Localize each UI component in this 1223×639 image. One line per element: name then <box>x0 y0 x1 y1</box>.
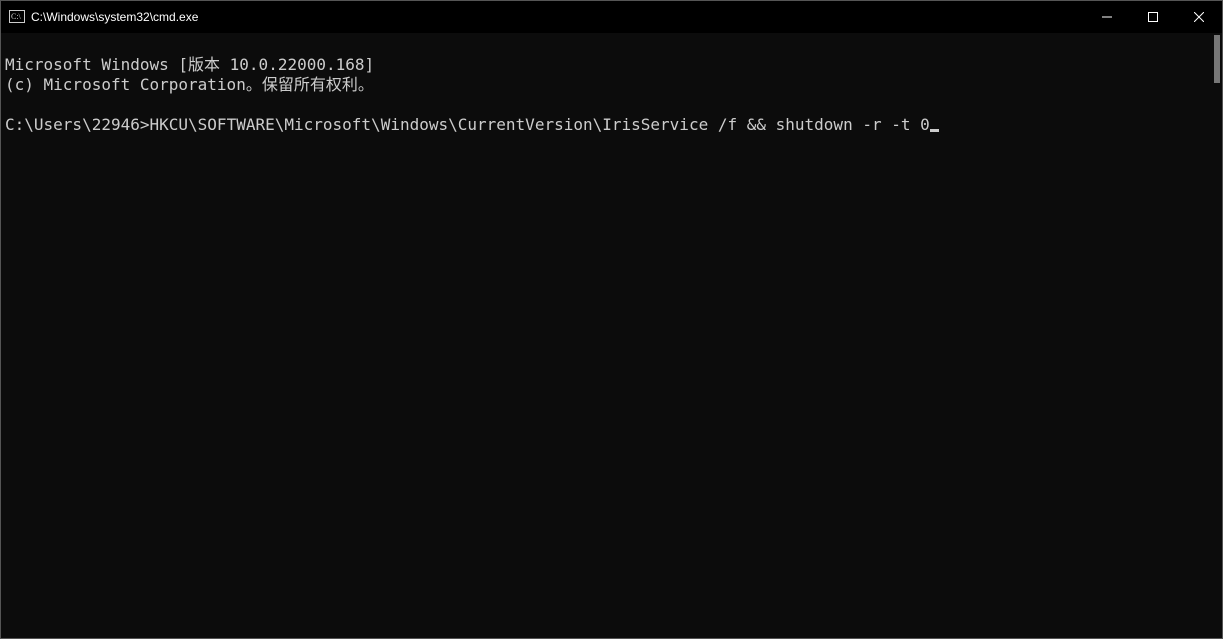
terminal-prompt-line: C:\Users\22946>HKCU\SOFTWARE\Microsoft\W… <box>5 115 939 134</box>
titlebar[interactable]: C:\ C:\Windows\system32\cmd.exe <box>1 1 1222 33</box>
svg-text:C:\: C:\ <box>11 12 22 21</box>
window-controls <box>1084 1 1222 33</box>
terminal-command[interactable]: HKCU\SOFTWARE\Microsoft\Windows\CurrentV… <box>150 115 930 134</box>
cmd-icon: C:\ <box>9 9 25 25</box>
terminal-output-line: (c) Microsoft Corporation。保留所有权利。 <box>5 75 374 94</box>
minimize-button[interactable] <box>1084 1 1130 33</box>
terminal-prompt: C:\Users\22946> <box>5 115 150 134</box>
close-button[interactable] <box>1176 1 1222 33</box>
terminal-area[interactable]: Microsoft Windows [版本 10.0.22000.168] (c… <box>1 33 1222 638</box>
maximize-button[interactable] <box>1130 1 1176 33</box>
window-title: C:\Windows\system32\cmd.exe <box>31 10 198 24</box>
terminal-output-line: Microsoft Windows [版本 10.0.22000.168] <box>5 55 374 74</box>
cursor-icon <box>930 129 939 132</box>
scrollbar-thumb[interactable] <box>1214 35 1220 83</box>
